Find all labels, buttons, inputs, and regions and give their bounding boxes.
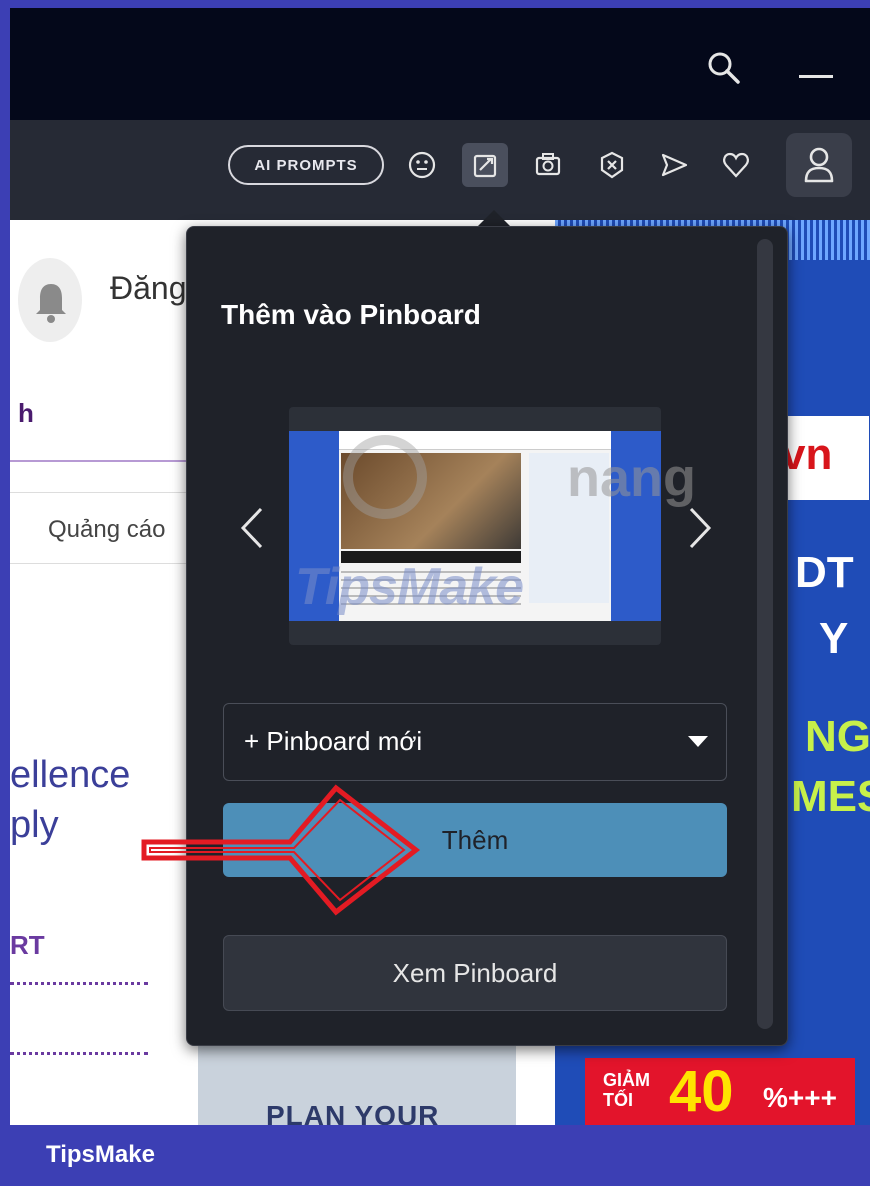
- popup-scrollbar[interactable]: [757, 239, 773, 1029]
- ad-text-line: DT: [795, 548, 854, 597]
- overlay-watermark: nang: [567, 448, 696, 508]
- watermark-logo: [343, 435, 427, 519]
- frame-border-top: [0, 0, 870, 8]
- section-fragment: RT: [10, 930, 45, 960]
- smile-icon[interactable]: [404, 147, 440, 183]
- pinboard-select[interactable]: + Pinboard mới: [223, 703, 727, 781]
- screenshot-frame: AI PROMPTS Đăng h Quảng cáo ellence ply …: [0, 0, 870, 1186]
- chevron-right-icon[interactable]: [687, 505, 715, 562]
- plan-text: PLAN YOUR: [266, 1100, 440, 1125]
- footer-brand: TipsMake: [46, 1141, 155, 1168]
- title-bar: [10, 8, 870, 120]
- ad-green-line: NG: [805, 712, 870, 761]
- close-shield-icon[interactable]: [594, 147, 630, 183]
- ad-logo-text: vn: [781, 430, 833, 479]
- ad-sale-badge: GIẢM TỐI 40 %+++: [585, 1058, 855, 1125]
- browser-toolbar: AI PROMPTS: [10, 120, 870, 220]
- dotted-divider: [10, 982, 148, 985]
- headline-line: ply: [10, 804, 59, 846]
- chevron-down-icon: [688, 736, 708, 747]
- sale-suffix: %+++: [763, 1082, 837, 1113]
- notification-bell[interactable]: [18, 258, 82, 342]
- profile-button[interactable]: [786, 133, 852, 197]
- heart-icon[interactable]: [718, 147, 754, 183]
- register-text[interactable]: Đăng: [110, 270, 187, 307]
- headline: ellence ply: [10, 750, 130, 850]
- profile-icon: [801, 145, 837, 185]
- chevron-left-icon[interactable]: [237, 505, 265, 562]
- divider: [10, 460, 200, 462]
- popup-title: Thêm vào Pinboard: [221, 299, 481, 330]
- camera-icon[interactable]: [530, 147, 566, 183]
- ad-text-line: Y: [819, 614, 849, 663]
- ad-green-line: MES: [791, 772, 870, 821]
- popup-caret: [478, 210, 510, 226]
- pinboard-popup: Thêm vào Pinboard TipsMake nang + Pinboa…: [186, 226, 788, 1046]
- preview-watermark: TipsMake: [295, 558, 524, 616]
- ai-prompts-button[interactable]: AI PROMPTS: [228, 145, 384, 185]
- send-icon[interactable]: [656, 147, 692, 183]
- minimize-icon[interactable]: [798, 72, 834, 82]
- headline-line: ellence: [10, 754, 131, 796]
- pinboard-select-label: + Pinboard mới: [244, 726, 423, 756]
- dotted-divider: [10, 1052, 148, 1055]
- annotation-arrow: [141, 784, 421, 916]
- pin-icon[interactable]: [462, 143, 508, 187]
- footer-bar: TipsMake: [10, 1125, 870, 1186]
- heading-fragment: h: [18, 398, 34, 428]
- search-icon[interactable]: [704, 48, 744, 88]
- view-pinboard-button[interactable]: Xem Pinboard: [223, 935, 727, 1011]
- ads-label: Quảng cáo: [48, 516, 166, 543]
- sale-value: 40: [669, 1059, 734, 1124]
- frame-border-left: [0, 0, 10, 1186]
- ad-logo: vn: [781, 416, 869, 500]
- sale-label: GIẢM TỐI: [603, 1070, 650, 1110]
- page-preview: TipsMake: [289, 407, 661, 645]
